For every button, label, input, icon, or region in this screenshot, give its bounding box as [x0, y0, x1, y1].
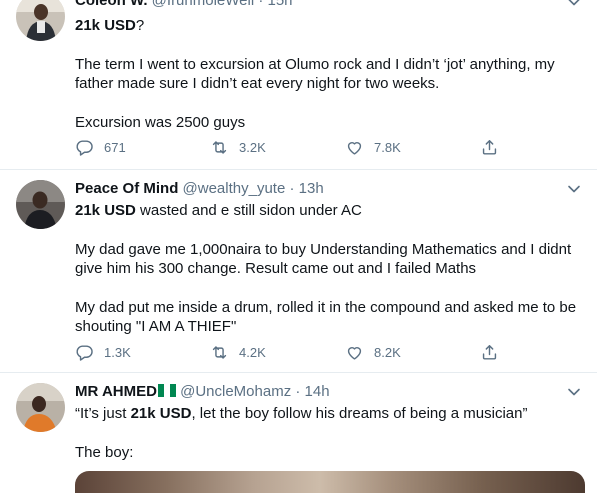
display-name[interactable]: MR AHMED: [75, 383, 157, 400]
tweet-header: MR AHMED @UncleMohamz · 14h: [75, 383, 581, 401]
highlight-text: 21k USD: [75, 202, 136, 219]
timestamp[interactable]: 15h: [268, 0, 293, 9]
tweet[interactable]: Peace Of Mind @wealthy_yute · 13h 21k US…: [0, 170, 597, 373]
separator-dot: ·: [295, 383, 301, 400]
tweet[interactable]: MR AHMED @UncleMohamz · 14h “It’s just 2…: [0, 373, 597, 493]
retweet-count: 3.2K: [239, 139, 266, 155]
tweet-header: Coleon W. @IrunmoleWeil · 15h: [75, 0, 581, 10]
tweet-paragraph: My dad put me inside a drum, rolled it i…: [75, 298, 577, 336]
tweet-paragraph: My dad gave me 1,000naira to buy Underst…: [75, 240, 572, 278]
chevron-down-icon[interactable]: [567, 0, 581, 9]
timestamp[interactable]: 14h: [305, 383, 330, 400]
retweet-count: 4.2K: [239, 344, 266, 360]
separator-dot: ·: [289, 180, 295, 197]
retweet-icon: [212, 141, 227, 154]
like-count: 7.8K: [374, 139, 401, 155]
tweet-header: Peace Of Mind @wealthy_yute · 13h: [75, 180, 581, 198]
reply-button[interactable]: 671: [75, 138, 126, 157]
share-icon: [482, 345, 497, 360]
timestamp[interactable]: 13h: [299, 180, 324, 197]
tweet-media-image[interactable]: [75, 471, 585, 493]
tweet-lead: ?: [135, 17, 145, 34]
share-icon: [482, 140, 497, 155]
like-count: 8.2K: [374, 344, 401, 360]
nigeria-flag-icon: [157, 384, 176, 397]
display-name[interactable]: Peace Of Mind: [75, 180, 178, 197]
like-button[interactable]: 7.8K: [345, 138, 401, 157]
share-button[interactable]: [480, 343, 509, 362]
like-icon: [347, 347, 362, 360]
user-handle[interactable]: @IrunmoleWeil: [152, 0, 254, 9]
tweet[interactable]: Coleon W. @IrunmoleWeil · 15h 21k USD? T…: [0, 0, 597, 170]
share-button[interactable]: [480, 138, 509, 157]
user-handle[interactable]: @wealthy_yute: [183, 180, 286, 197]
like-icon: [347, 142, 362, 155]
tweet-actions: 671 3.2K 7.8K: [75, 138, 505, 158]
tweet-text: 21k USD? The term I went to excursion at…: [75, 16, 581, 132]
highlight-text: 21k USD: [130, 405, 192, 422]
retweet-button[interactable]: 3.2K: [210, 138, 266, 157]
reply-count: 1.3K: [104, 344, 131, 360]
reply-button[interactable]: 1.3K: [75, 343, 131, 362]
tweet-lead-pre: “It’s just: [75, 405, 131, 422]
tweet-lead: , let the boy follow his dreams of being…: [191, 405, 528, 422]
like-button[interactable]: 8.2K: [345, 343, 401, 362]
tweet-text: “It’s just 21k USD, let the boy follow h…: [75, 404, 581, 462]
tweet-paragraph: The term I went to excursion at Olumo ro…: [75, 55, 555, 93]
avatar[interactable]: [16, 180, 65, 229]
reply-icon: [76, 140, 93, 156]
tweet-text: 21k USD wasted and e still sidon under A…: [75, 201, 581, 337]
avatar[interactable]: [16, 0, 65, 41]
chevron-down-icon[interactable]: [567, 182, 581, 196]
retweet-button[interactable]: 4.2K: [210, 343, 266, 362]
reply-count: 671: [104, 139, 126, 155]
display-name[interactable]: Coleon W.: [75, 0, 148, 9]
tweet-actions: 1.3K 4.2K 8.2K: [75, 343, 505, 363]
chevron-down-icon[interactable]: [567, 385, 581, 399]
tweet-lead: wasted and e still sidon under AC: [135, 202, 362, 219]
avatar[interactable]: [16, 383, 65, 432]
separator-dot: ·: [258, 0, 264, 9]
tweet-paragraph: The boy:: [75, 443, 134, 461]
user-handle[interactable]: @UncleMohamz: [180, 383, 291, 400]
reply-icon: [76, 345, 93, 361]
retweet-icon: [212, 346, 227, 359]
tweet-paragraph: Excursion was 2500 guys: [75, 113, 246, 131]
highlight-text: 21k USD: [75, 17, 136, 34]
